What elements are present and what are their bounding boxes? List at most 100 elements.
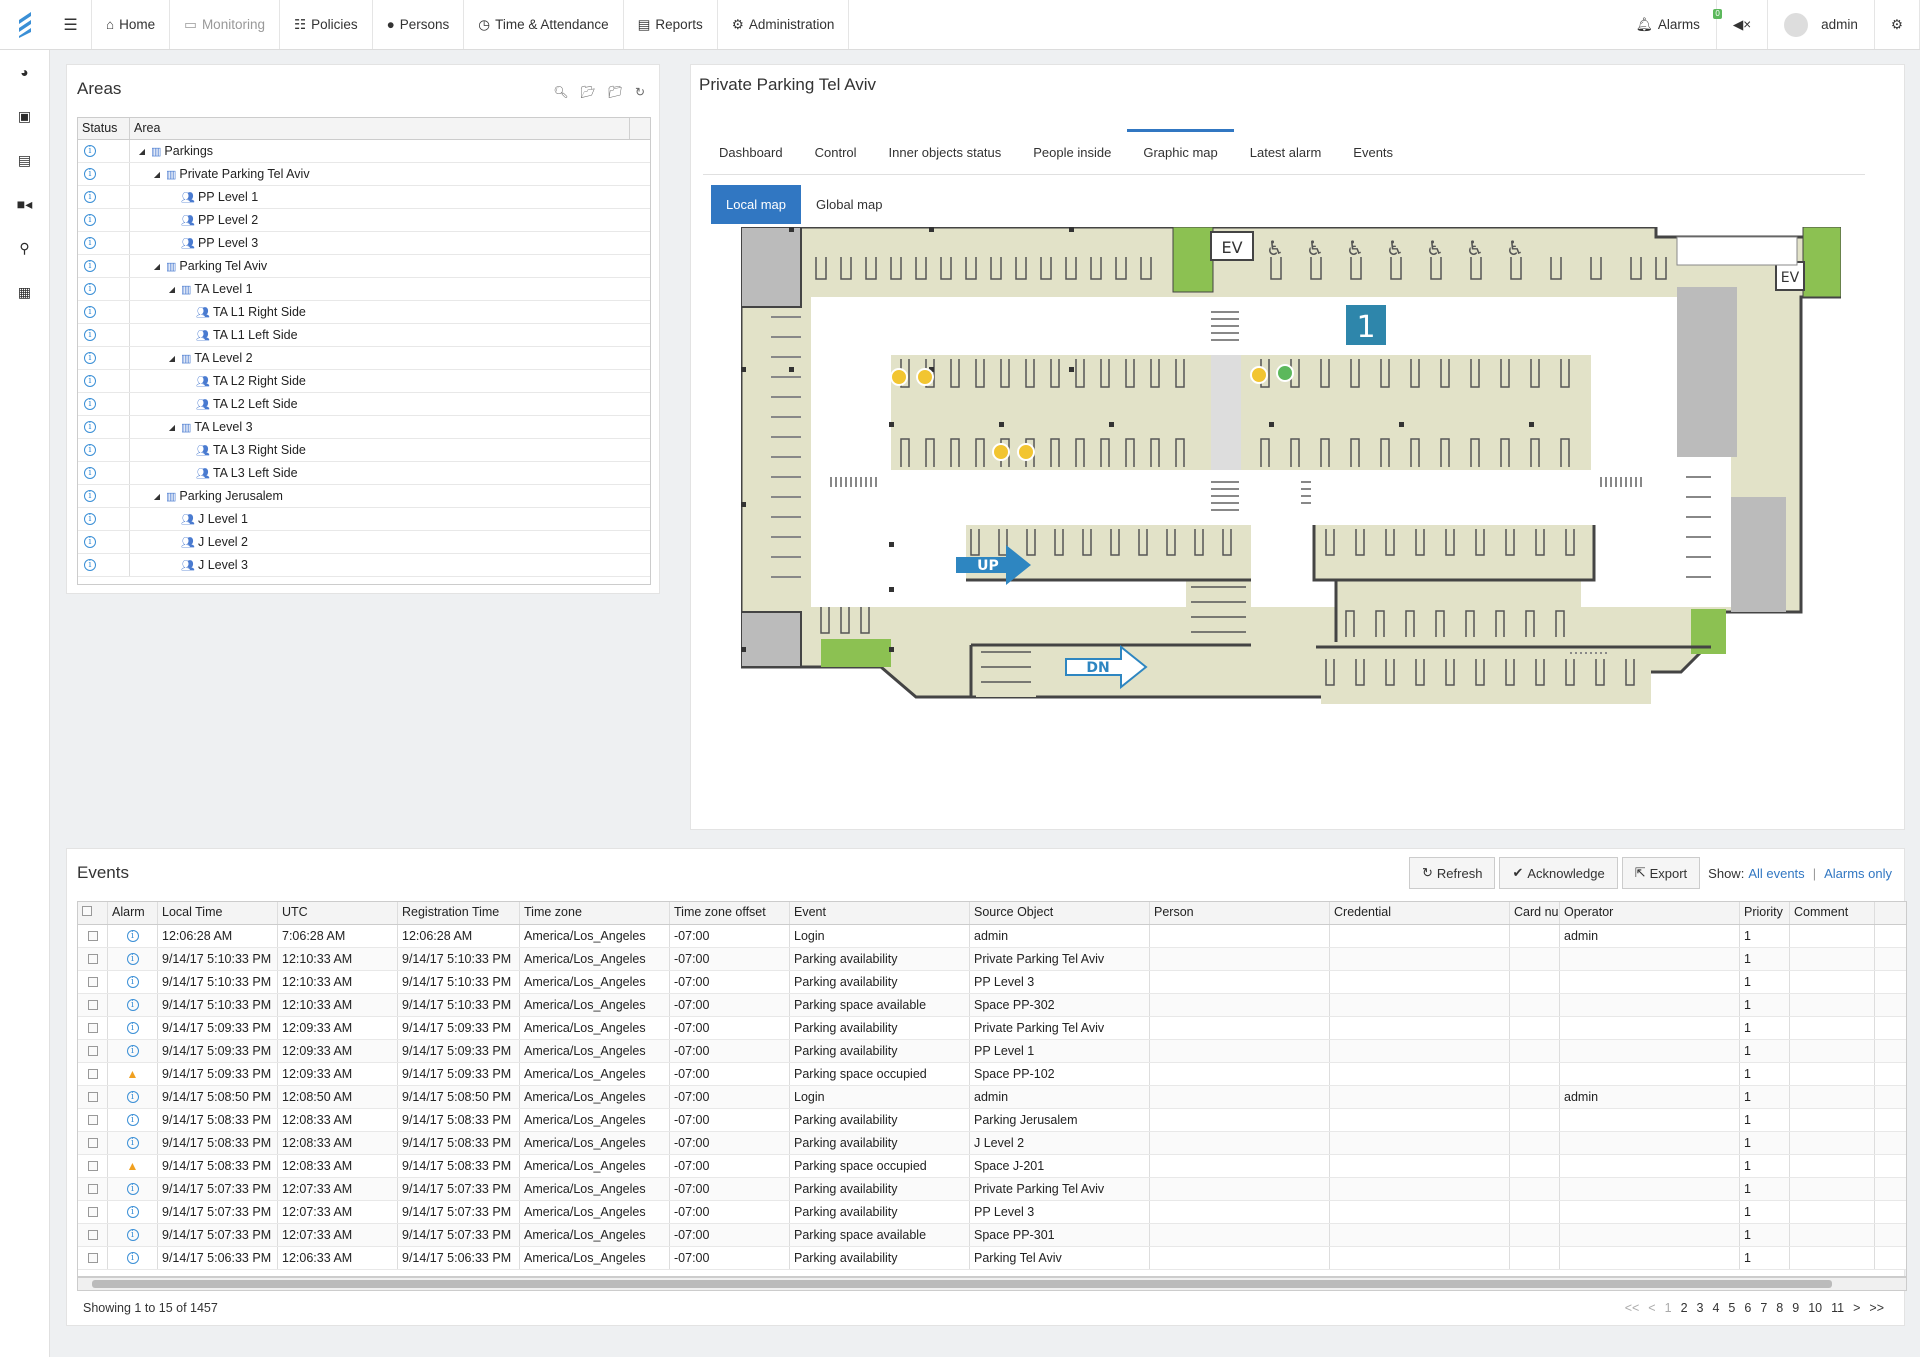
info-icon[interactable]: i [126,1206,139,1218]
info-icon[interactable]: i [84,168,96,180]
info-icon[interactable]: i [84,237,96,249]
tab-control[interactable]: Control [799,129,873,174]
location-pin-icon[interactable]: ⚲ [0,226,49,270]
expand-toggle-icon[interactable]: ◢ [166,354,178,363]
row-checkbox[interactable] [87,1023,98,1033]
app-logo[interactable] [0,0,50,49]
table-row[interactable]: i 12:06:28 AM 7:06:28 AM 12:06:28 AM America… [78,925,1906,948]
tab-latest-alarm[interactable]: Latest alarm [1234,129,1338,174]
tab-graphic-map[interactable]: Graphic map [1127,129,1234,174]
info-icon[interactable]: i [84,375,96,387]
camera-icon[interactable]: ■◂ [0,182,49,226]
nav-monitoring[interactable]: ▭ Monitoring [170,0,280,49]
expand-toggle-icon[interactable]: ◢ [151,492,163,501]
tab-inner-objects-status[interactable]: Inner objects status [873,129,1018,174]
info-icon[interactable]: i [84,490,96,502]
acknowledge-button[interactable]: ✔ Acknowledge [1499,857,1618,889]
table-row[interactable]: i 9/14/17 5:08:33 PM 12:08:33 AM 9/14/17 5:… [78,1132,1906,1155]
info-icon[interactable]: i [126,1045,139,1057]
user-menu[interactable]: admin [1768,0,1875,49]
tree-row[interactable]: i 👥︎ TA L2 Right Side [78,370,650,393]
expand-toggle-icon[interactable]: ◢ [166,285,178,294]
row-checkbox[interactable] [87,1046,98,1056]
column-header-alarm[interactable]: Alarm [108,902,158,924]
tree-row[interactable]: i 👥︎ TA L3 Right Side [78,439,650,462]
page-link[interactable]: 6 [1744,1301,1751,1315]
tree-row[interactable]: i 👥︎ TA L3 Left Side [78,462,650,485]
row-checkbox[interactable] [87,1092,98,1102]
table-row[interactable]: i 9/14/17 5:07:33 PM 12:07:33 AM 9/14/17 5:… [78,1178,1906,1201]
info-icon[interactable]: i [84,398,96,410]
column-header-person[interactable]: Person [1150,902,1330,924]
tree-row[interactable]: i 👥︎ J Level 2 [78,531,650,554]
info-icon[interactable]: i [126,999,139,1011]
floorplan-icon[interactable]: ▣ [0,94,49,138]
tree-row[interactable]: i 👥︎ TA L2 Left Side [78,393,650,416]
dashboard-icon[interactable]: ◕ [0,50,49,94]
table-row[interactable]: i 9/14/17 5:06:33 PM 12:06:33 AM 9/14/17 5:… [78,1247,1906,1270]
page-link[interactable]: >> [1869,1301,1884,1315]
tree-row[interactable]: i 👥︎ TA L1 Right Side [78,301,650,324]
refresh-icon[interactable]: ↻ [635,85,645,99]
tree-row[interactable]: i 👥︎ PP Level 2 [78,209,650,232]
export-button[interactable]: ⇱ Export [1621,857,1701,889]
column-header-priority[interactable]: Priority [1740,902,1790,924]
info-icon[interactable]: i [84,306,96,318]
column-header-credential[interactable]: Credential [1330,902,1510,924]
tree-row[interactable]: i ◢ ▥ Parkings [78,140,650,163]
row-checkbox[interactable] [87,1253,98,1263]
info-icon[interactable]: i [84,421,96,433]
tree-row[interactable]: i 👥︎ PP Level 1 [78,186,650,209]
hamburger-menu-icon[interactable]: ☰ [50,0,92,49]
info-icon[interactable]: i [84,513,96,525]
page-link[interactable]: << [1625,1301,1640,1315]
folder-open-icon[interactable]: 📂︎ [580,85,595,99]
row-checkbox[interactable] [87,1069,98,1079]
table-row[interactable]: i 9/14/17 5:10:33 PM 12:10:33 AM 9/14/17 5:… [78,948,1906,971]
select-all-checkbox[interactable] [82,906,92,916]
column-header-card-nu[interactable]: Card nu [1510,902,1560,924]
tree-row[interactable]: i ◢ ▥ TA Level 3 [78,416,650,439]
tab-people-inside[interactable]: People inside [1017,129,1127,174]
info-icon[interactable]: i [126,1114,139,1126]
info-icon[interactable]: i [126,1091,139,1103]
info-icon[interactable]: i [84,214,96,226]
all-events-link[interactable]: All events [1748,866,1804,881]
info-icon[interactable]: i [84,536,96,548]
available-space-marker[interactable] [1276,364,1294,382]
column-header-operator[interactable]: Operator [1560,902,1740,924]
column-header-registration-time[interactable]: Registration Time [398,902,520,924]
info-icon[interactable]: i [126,930,139,942]
status-column-header[interactable]: Status [78,118,130,139]
search-icon[interactable]: 🔍︎ [553,85,568,99]
table-row[interactable]: i 9/14/17 5:08:33 PM 12:08:33 AM 9/14/17 5:… [78,1109,1906,1132]
row-checkbox[interactable] [87,977,98,987]
table-row[interactable]: i 9/14/17 5:08:50 PM 12:08:50 AM 9/14/17 5:… [78,1086,1906,1109]
column-header-utc[interactable]: UTC [278,902,398,924]
alarms-button[interactable]: 🔔︎ Alarms 0 [1620,0,1722,49]
nav-reports[interactable]: ▤ Reports [624,0,718,49]
row-checkbox[interactable] [87,954,98,964]
table-row[interactable]: i 9/14/17 5:10:33 PM 12:10:33 AM 9/14/17 5:… [78,971,1906,994]
expand-toggle-icon[interactable]: ◢ [151,262,163,271]
table-row[interactable]: ▲ 9/14/17 5:09:33 PM 12:09:33 AM 9/14/17 5:… [78,1063,1906,1086]
page-link[interactable]: < [1648,1301,1655,1315]
info-icon[interactable]: i [84,559,96,571]
column-header-time-zone[interactable]: Time zone [520,902,670,924]
mute-button[interactable]: ◀× [1717,0,1769,49]
row-checkbox[interactable] [87,1184,98,1194]
settings-button[interactable]: ⚙ [1875,0,1920,49]
table-row[interactable]: i 9/14/17 5:07:33 PM 12:07:33 AM 9/14/17 5:… [78,1224,1906,1247]
page-link[interactable]: 9 [1792,1301,1799,1315]
table-icon[interactable]: ▦ [0,270,49,314]
page-link[interactable]: 1 [1665,1301,1672,1315]
row-checkbox[interactable] [87,1115,98,1125]
page-link[interactable]: > [1853,1301,1860,1315]
info-icon[interactable]: i [126,1183,139,1195]
column-header-comment[interactable]: Comment [1790,902,1875,924]
info-icon[interactable]: i [84,352,96,364]
nav-time-attendance[interactable]: ◷ Time & Attendance [464,0,624,49]
page-link[interactable]: 11 [1831,1301,1844,1315]
info-icon[interactable]: i [84,191,96,203]
tree-row[interactable]: i 👥︎ J Level 3 [78,554,650,577]
